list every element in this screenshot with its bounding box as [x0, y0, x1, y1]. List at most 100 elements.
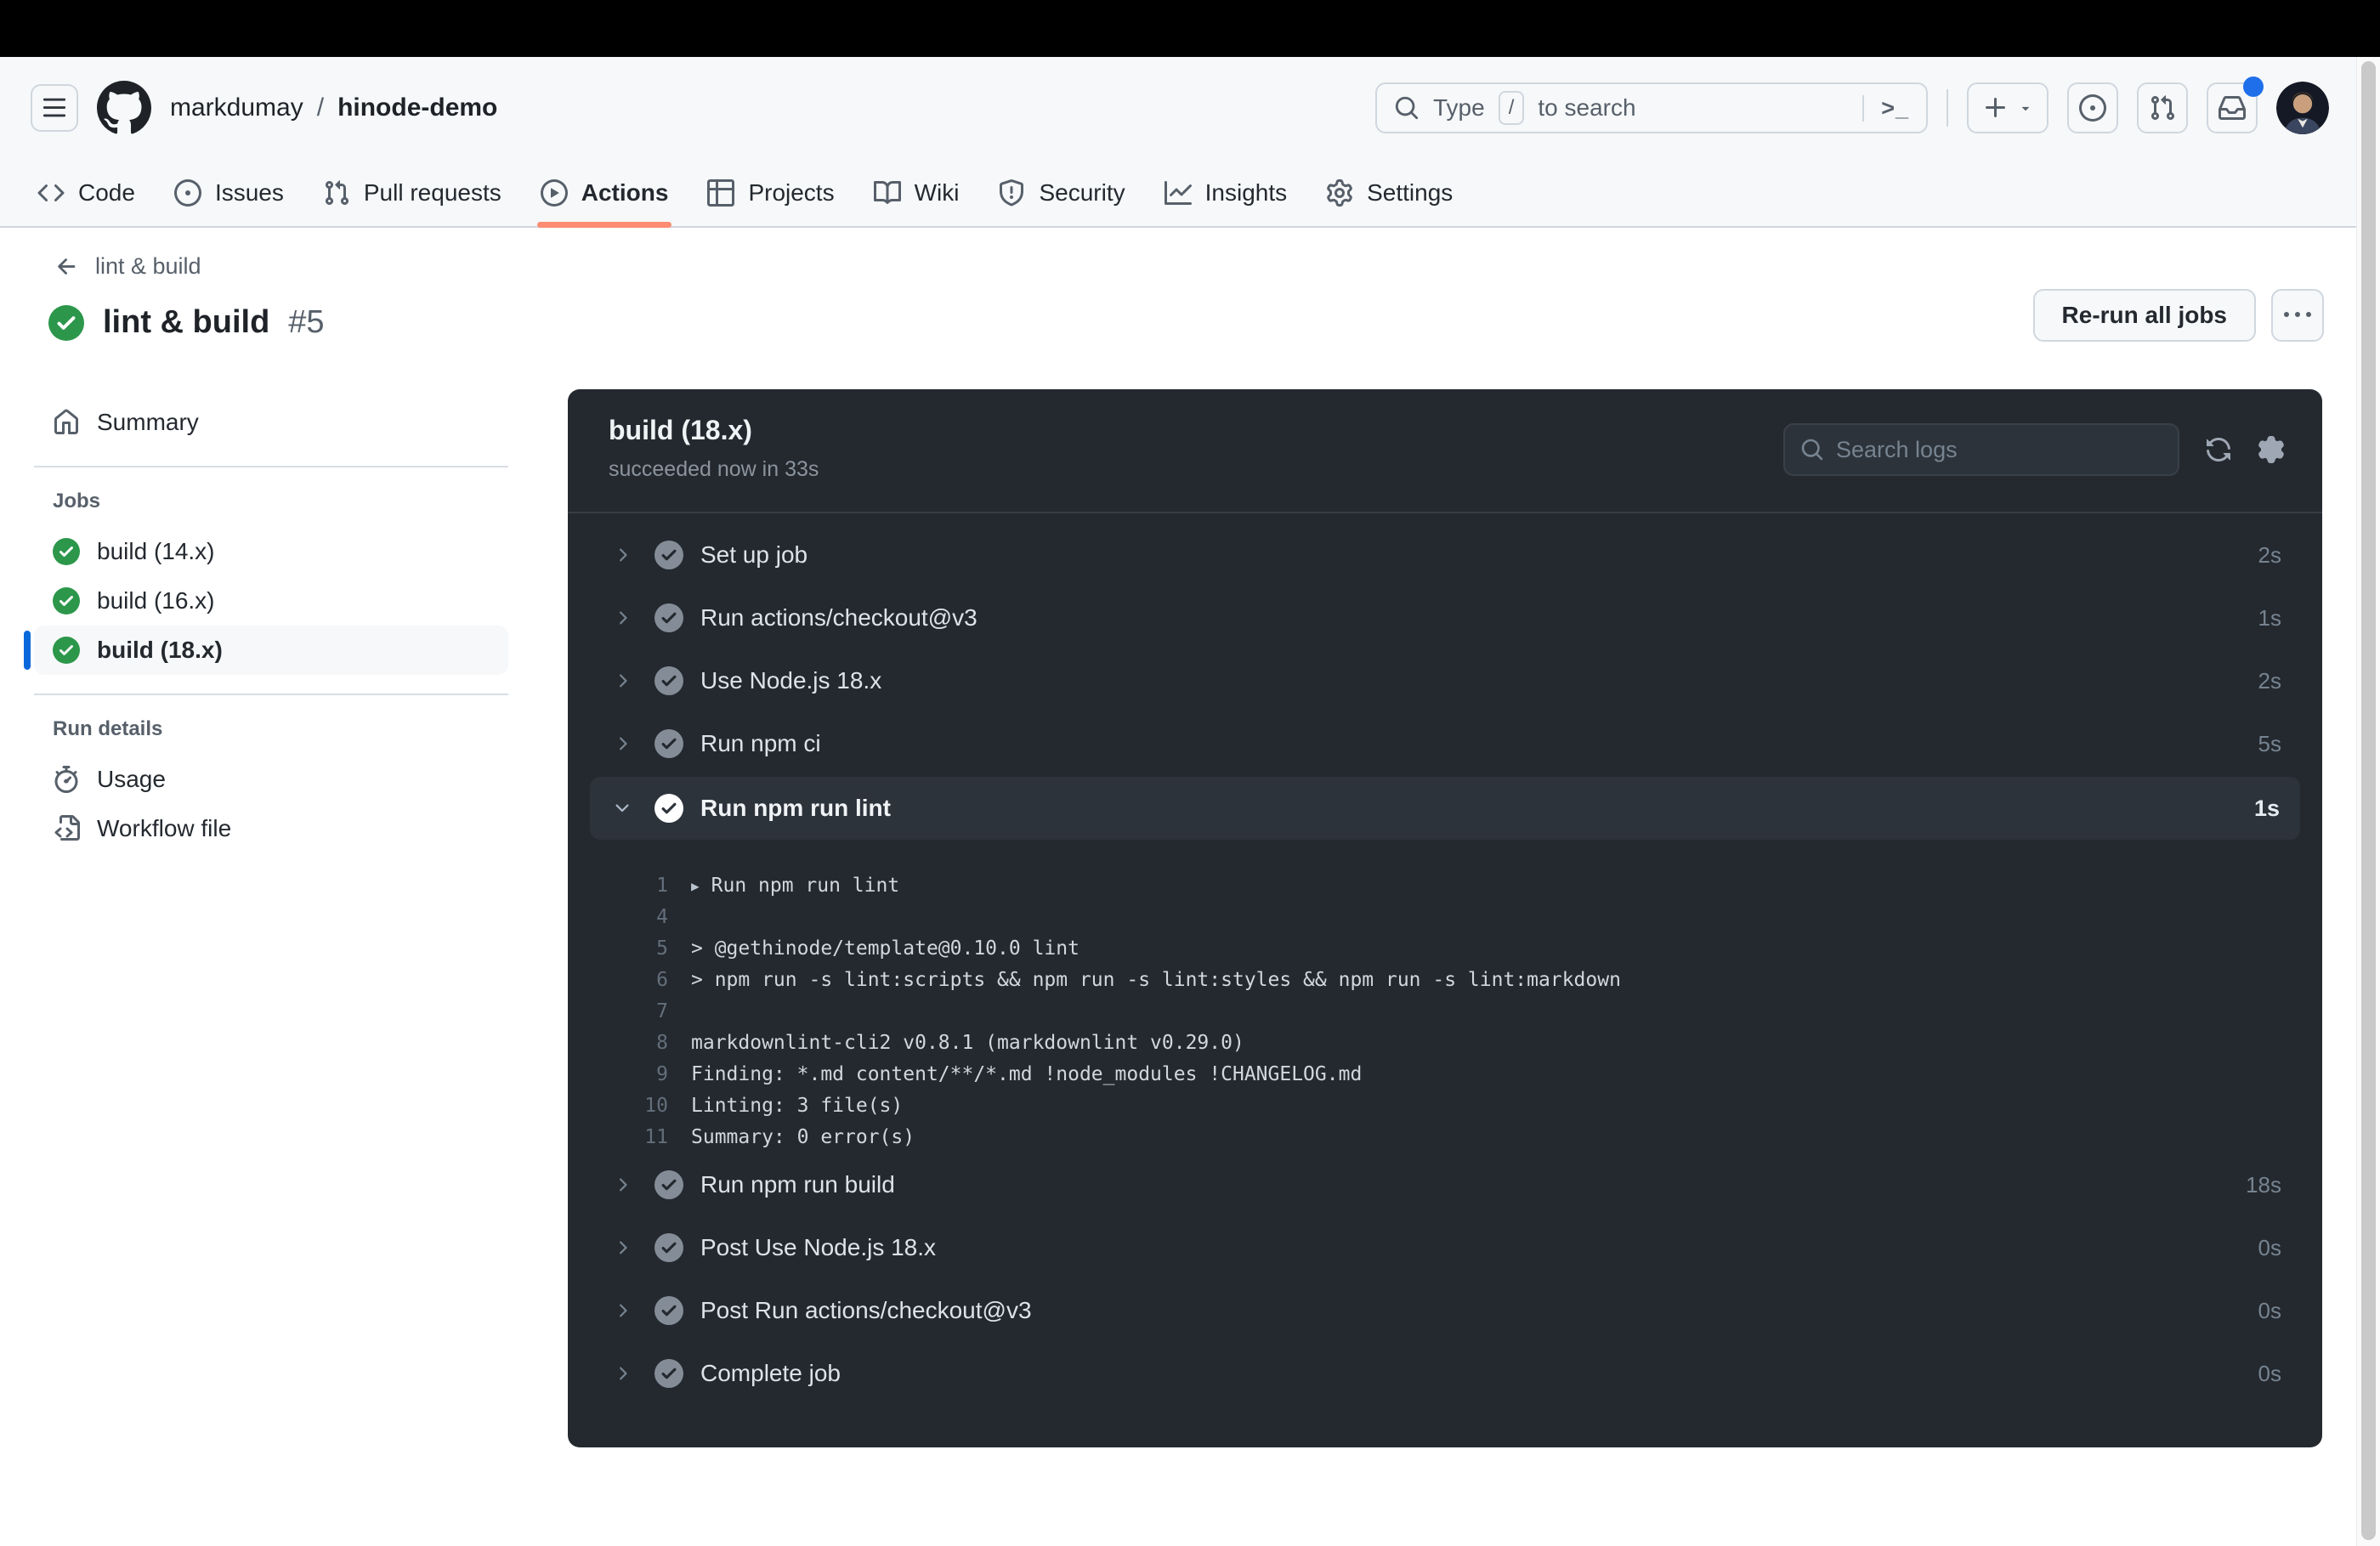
command-palette-icon[interactable]: >_	[1862, 94, 1909, 122]
sidebar-item-workflow-file[interactable]: Workflow file	[34, 804, 508, 853]
log-settings-button[interactable]	[2258, 436, 2285, 463]
tab-settings[interactable]: Settings	[1311, 159, 1468, 226]
check-circle-icon	[654, 729, 683, 758]
log-line-text: markdownlint-cli2 v0.8.1 (markdownlint v…	[691, 1032, 1244, 1054]
rerun-all-jobs-button[interactable]: Re-run all jobs	[2032, 289, 2256, 342]
step-duration: 2s	[2258, 541, 2281, 568]
github-logo-icon[interactable]	[97, 81, 151, 135]
step-name: Run npm run lint	[700, 795, 891, 821]
log-line-text: Finding: *.md content/**/*.md !node_modu…	[691, 1063, 1363, 1085]
github-header: markdumay / hinode-demo Type / to search…	[0, 57, 2380, 228]
log-group-marker[interactable]: ▶	[691, 870, 700, 902]
run-title: lint & build #5	[48, 304, 325, 341]
sidebar-job-build-14x[interactable]: build (14.x)	[34, 527, 508, 576]
chevron-right-icon	[612, 1237, 634, 1258]
step-row[interactable]: Post Use Node.js 18.x 0s	[568, 1216, 2322, 1279]
sidebar-job-build-18x[interactable]: build (18.x)	[34, 626, 508, 675]
tab-wiki[interactable]: Wiki	[858, 159, 975, 226]
sidebar-job-label: build (16.x)	[97, 587, 215, 614]
log-line: 9 Finding: *.md content/**/*.md !node_mo…	[568, 1059, 2281, 1090]
hamburger-menu-button[interactable]	[31, 84, 78, 132]
tab-label: Settings	[1367, 178, 1454, 206]
tab-actions[interactable]: Actions	[525, 159, 684, 228]
refresh-logs-button[interactable]	[2205, 436, 2232, 463]
step-duration: 0s	[2258, 1234, 2281, 1260]
check-circle-icon	[53, 538, 80, 565]
sidebar-divider	[34, 466, 508, 467]
sidebar-job-label: build (14.x)	[97, 538, 215, 564]
chevron-right-icon	[612, 1175, 634, 1195]
tab-code[interactable]: Code	[22, 159, 150, 226]
step-name: Run npm ci	[700, 730, 821, 756]
scrollbar-thumb[interactable]	[2361, 61, 2376, 1540]
gear-icon	[2258, 436, 2284, 463]
sidebar-item-summary[interactable]: Summary	[34, 398, 508, 447]
book-icon	[873, 180, 901, 204]
tab-projects[interactable]: Projects	[692, 159, 849, 226]
step-name: Post Use Node.js 18.x	[700, 1234, 937, 1260]
global-search-input[interactable]: Type / to search >_	[1375, 82, 1928, 133]
log-output: 1 ▶ Run npm run lint 4 5 > @gethinode/te…	[568, 841, 2322, 1153]
tab-security[interactable]: Security	[983, 159, 1140, 226]
breadcrumb-repo[interactable]: hinode-demo	[337, 93, 497, 122]
check-circle-icon	[654, 1296, 683, 1325]
page-title: lint & build	[103, 304, 270, 340]
log-line-number: 6	[656, 969, 668, 991]
pull-requests-button[interactable]	[2137, 82, 2188, 133]
log-search-input[interactable]	[1836, 436, 2162, 463]
tab-label: Security	[1039, 178, 1125, 206]
step-name: Post Run actions/checkout@v3	[700, 1297, 1032, 1323]
step-row[interactable]: Run npm ci 5s	[568, 712, 2322, 775]
tab-insights[interactable]: Insights	[1149, 159, 1303, 226]
step-row[interactable]: Run npm run lint 1s	[590, 777, 2300, 840]
breadcrumb: markdumay / hinode-demo	[170, 93, 497, 122]
triangle-down-icon	[2021, 106, 2030, 111]
sidebar-item-label: Summary	[97, 409, 199, 435]
log-line-text: Summary: 0 error(s)	[691, 1126, 915, 1148]
chevron-right-icon	[612, 1300, 634, 1321]
log-line: 1 ▶ Run npm run lint	[568, 870, 2281, 902]
issue-opened-icon	[173, 178, 201, 207]
search-placeholder-suffix: to search	[1538, 94, 1636, 121]
step-duration: 0s	[2258, 1360, 2281, 1386]
table-icon	[707, 178, 735, 207]
slash-key-hint: /	[1498, 91, 1525, 125]
inbox-button[interactable]	[2207, 76, 2264, 133]
tab-label: Issues	[214, 178, 284, 206]
sidebar-item-usage[interactable]: Usage	[34, 755, 508, 804]
check-circle-icon	[654, 1170, 683, 1199]
step-row[interactable]: Run npm run build 18s	[568, 1153, 2322, 1216]
step-row[interactable]: Use Node.js 18.x 2s	[568, 649, 2322, 712]
stopwatch-icon	[54, 766, 78, 793]
git-pull-request-icon	[2150, 95, 2175, 121]
page-scrollbar[interactable]	[2356, 57, 2380, 1546]
log-search	[1783, 423, 2179, 476]
back-link[interactable]: lint & build	[54, 253, 201, 280]
inbox-icon	[2218, 96, 2246, 120]
log-line: 11 Summary: 0 error(s)	[568, 1122, 2281, 1153]
step-group-bottom: Run npm run build 18s Post Use Node.js 1…	[568, 1153, 2322, 1405]
job-log-panel: build (18.x) succeeded now in 33s Search…	[568, 389, 2322, 1447]
log-line-number: 11	[644, 1126, 668, 1148]
issues-button[interactable]	[2067, 82, 2118, 133]
sidebar-job-build-16x[interactable]: build (16.x)	[34, 576, 508, 626]
step-row[interactable]: Set up job 2s	[568, 524, 2322, 586]
step-row[interactable]: Complete job 0s	[568, 1342, 2322, 1405]
step-row[interactable]: Post Run actions/checkout@v3 0s	[568, 1279, 2322, 1342]
tab-label: Pull requests	[363, 178, 502, 206]
log-line: 5 > @gethinode/template@0.10.0 lint	[568, 933, 2281, 965]
breadcrumb-owner[interactable]: markdumay	[170, 93, 303, 122]
log-line: 4	[568, 902, 2281, 933]
tab-pull-requests[interactable]: Pull requests	[308, 159, 517, 226]
log-line-number: 7	[656, 1000, 668, 1022]
log-line-number: 8	[656, 1032, 668, 1054]
step-row[interactable]: Run actions/checkout@v3 1s	[568, 586, 2322, 649]
graph-icon	[1164, 180, 1192, 205]
tab-issues[interactable]: Issues	[159, 159, 299, 226]
kebab-menu-button[interactable]	[2271, 289, 2324, 342]
avatar[interactable]	[2276, 82, 2329, 134]
job-log-header: build (18.x) succeeded now in 33s	[568, 389, 2322, 513]
log-line-number: 4	[656, 906, 668, 928]
play-icon	[540, 178, 568, 207]
create-new-button[interactable]	[1967, 82, 2048, 133]
